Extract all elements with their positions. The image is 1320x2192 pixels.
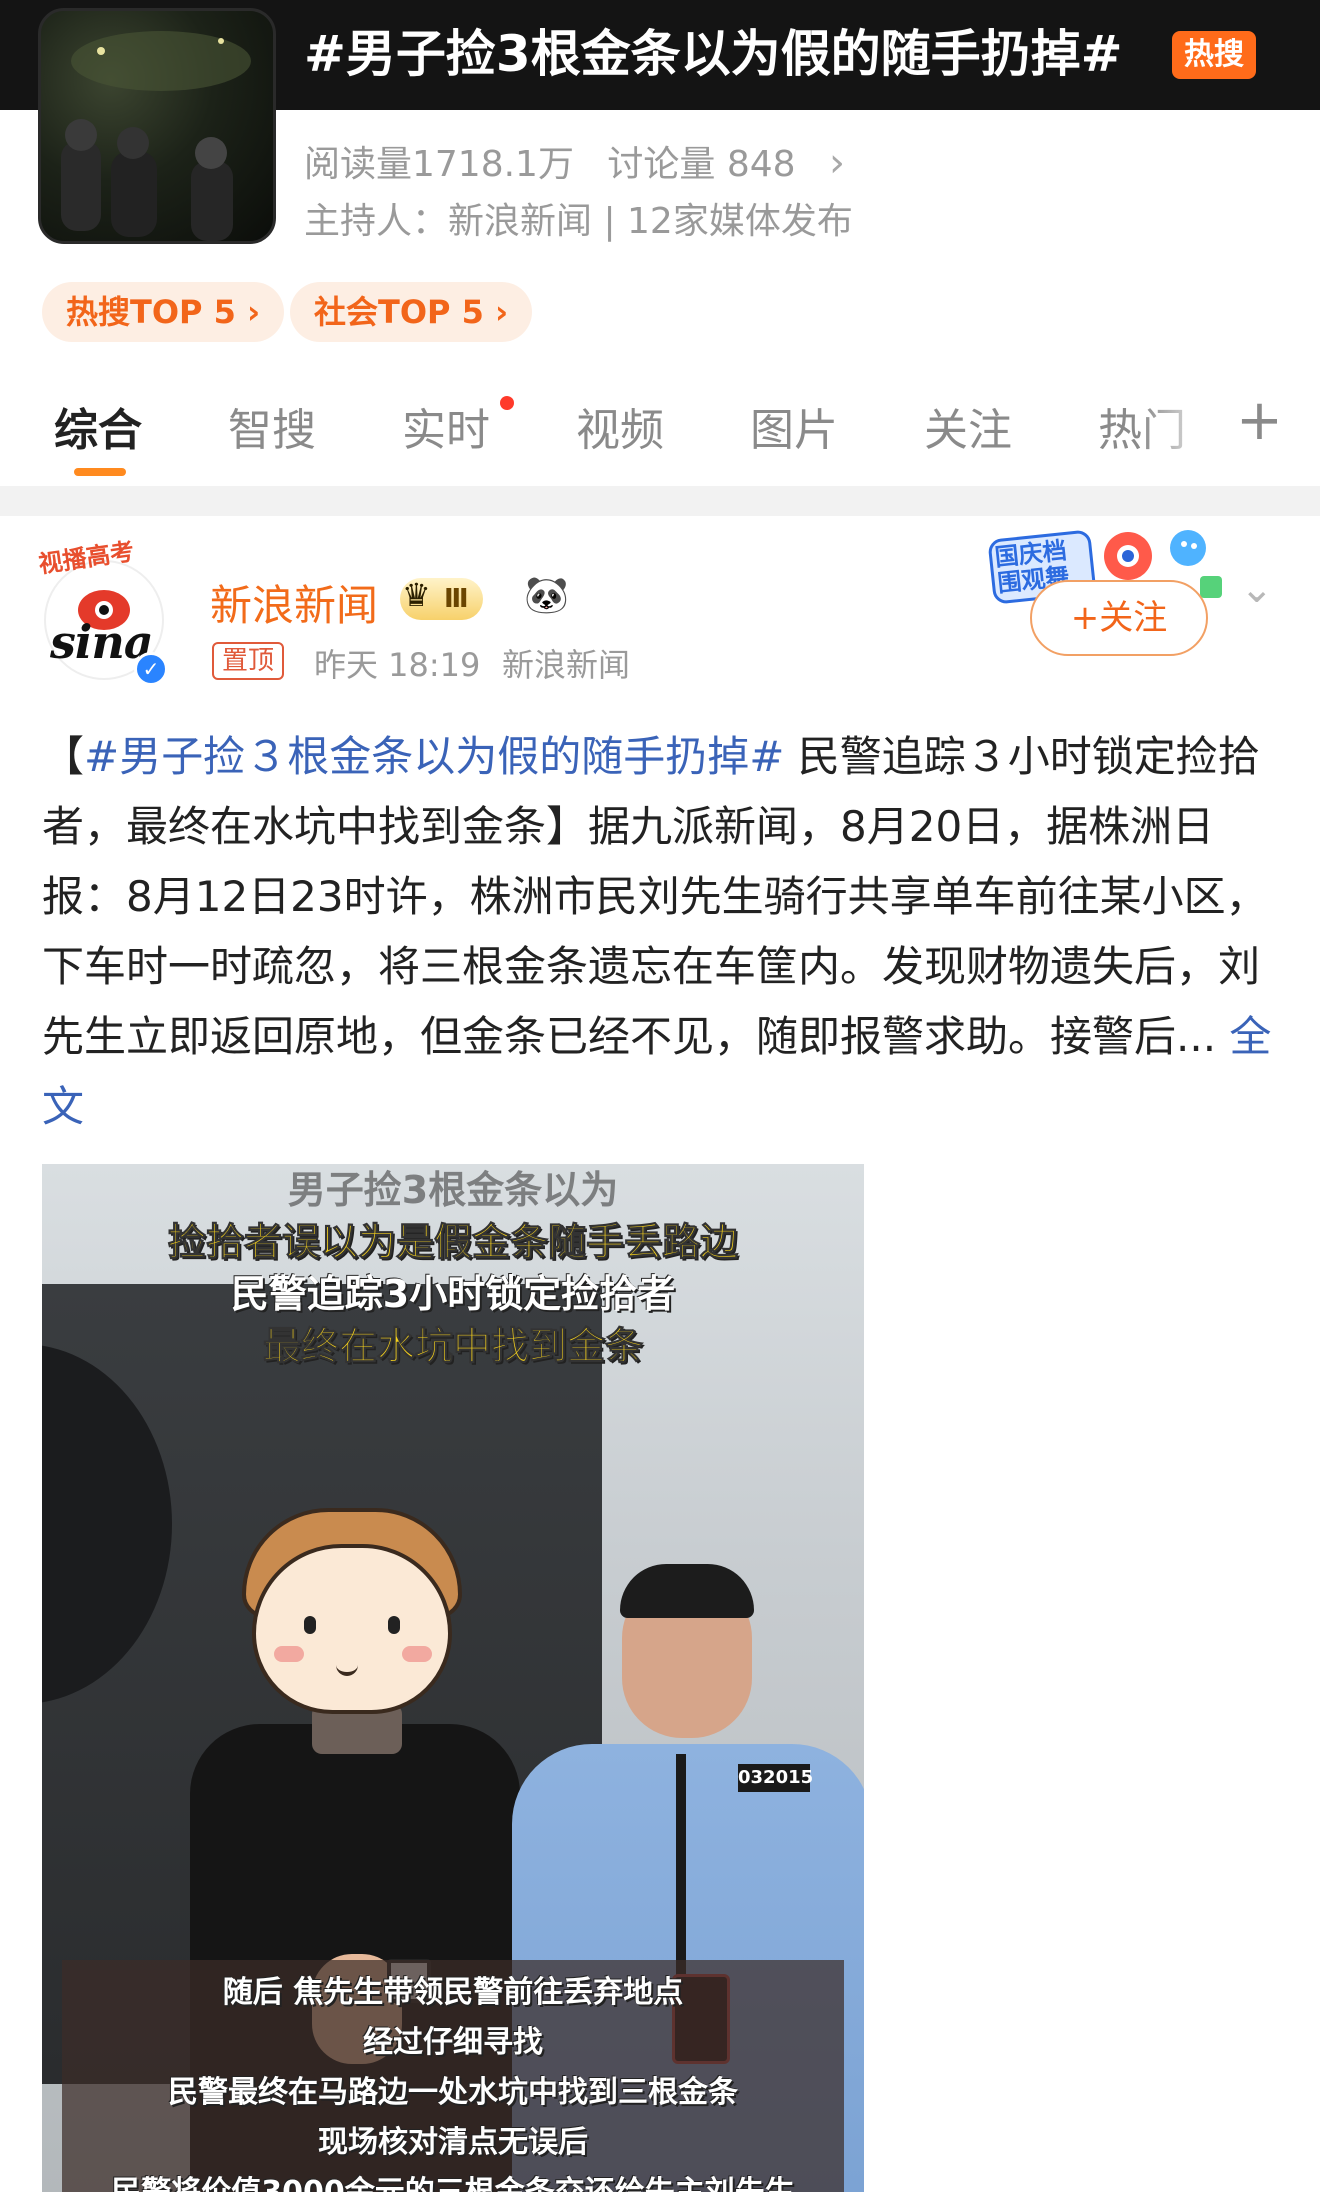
topic-stats[interactable]: 阅读量1718.1万 讨论量 848 › xyxy=(304,135,867,187)
image-subtitle-line: 民警最终在马路边一处水坑中找到三根金条 xyxy=(168,2075,738,2110)
image-subtitle-line: 经过仔细寻找 xyxy=(363,2025,543,2060)
plus-icon[interactable]: + xyxy=(1236,388,1283,453)
chevron-right-icon: › xyxy=(829,140,846,186)
topic-title: #男子捡3根金条以为假的随手扔掉# xyxy=(304,25,1123,83)
tab-bar: 综合 智搜 实时 视频 图片 关注 热门 xyxy=(0,382,1320,486)
image-caption-line: 民警追踪3小时锁定捡拾者 xyxy=(230,1272,676,1316)
topic-thumbnail[interactable] xyxy=(38,8,276,244)
cartoon-eye xyxy=(304,1616,316,1634)
image-caption-line: 捡拾者误以为是假金条随手丢路边 xyxy=(167,1220,738,1265)
hashtag-link[interactable]: #男子捡３根金条以为假的随手扔掉# xyxy=(84,732,784,781)
hot-badge: 热搜 xyxy=(1172,31,1256,79)
tab-following[interactable]: 关注 xyxy=(924,394,1012,458)
cartoon-cheek xyxy=(402,1646,432,1662)
author-name[interactable]: 新浪新闻 xyxy=(210,572,378,633)
cartoon-face-sticker xyxy=(252,1544,452,1714)
follow-button[interactable]: +关注 xyxy=(1030,580,1208,656)
tab-comprehensive[interactable]: 综合 xyxy=(54,394,142,458)
image-caption-bottom: 随后 焦先生带领民警前往丢弃地点 经过仔细寻找 民警最终在马路边一处水坑中找到三… xyxy=(62,1960,844,2192)
image-subtitle-line: 民警将价值3000余元的三根金条交还给失主刘先生 xyxy=(62,2168,844,2192)
tab-realtime[interactable]: 实时 xyxy=(402,394,490,458)
text-bracket: 【 xyxy=(42,732,85,781)
cartoon-eye xyxy=(388,1616,400,1634)
officer-hair xyxy=(620,1564,754,1618)
section-separator xyxy=(0,486,1320,516)
image-subtitle-line: 现场核对清点无误后 xyxy=(318,2125,588,2160)
discussion-count: 讨论量 848 xyxy=(607,144,796,185)
post-time: 昨天 18:19 xyxy=(314,646,481,684)
officer-badge-number: 032015 xyxy=(738,1764,813,1792)
tab-images[interactable]: 图片 xyxy=(750,394,838,458)
image-caption-line: 男子捡3根金条以为 xyxy=(287,1168,619,1212)
image-caption-line: 最终在水坑中找到金条 xyxy=(262,1324,643,1369)
image-caption-top: 男子捡3根金条以为 捡拾者误以为是假金条随手丢路边 民警追踪3小时锁定捡拾者 最… xyxy=(42,1164,864,1372)
post-source: 新浪新闻 xyxy=(502,646,631,684)
image-subtitle-line: 随后 焦先生带领民警前往丢弃地点 xyxy=(222,1975,684,2010)
tab-fade xyxy=(1140,382,1220,486)
verified-icon: ✓ xyxy=(134,652,168,686)
crown-icon: ♛ xyxy=(402,576,431,614)
cartoon-cheek xyxy=(274,1646,304,1662)
hot-search-rank-pill[interactable]: 热搜TOP 5 › xyxy=(42,282,285,342)
post-image[interactable]: 032015 男子捡3根金条以为 捡拾者误以为是假金条随手丢路边 民警追踪3小时… xyxy=(42,1164,864,2192)
pinned-badge: 置顶 xyxy=(212,642,285,680)
society-rank-pill[interactable]: 社会TOP 5 › xyxy=(290,282,533,342)
active-tab-underline xyxy=(74,468,126,476)
new-content-dot xyxy=(500,396,514,410)
post-text: 【#男子捡３根金条以为假的随手扔掉# 民警追踪３小时锁定捡拾者，最终在水坑中找到… xyxy=(42,722,1282,1142)
officer-lanyard xyxy=(676,1754,686,1994)
tab-video[interactable]: 视频 xyxy=(576,394,664,458)
read-count: 阅读量1718.1万 xyxy=(304,144,574,185)
tab-smart-search[interactable]: 智搜 xyxy=(228,394,316,458)
panda-icon[interactable]: 🐼 xyxy=(524,574,569,616)
chevron-down-icon[interactable]: ⌄ xyxy=(1240,566,1274,612)
topic-host: 主持人：新浪新闻 | 12家媒体发布 xyxy=(304,201,853,242)
post-body: 民警追踪３小时锁定捡拾者，最终在水坑中找到金条】据九派新闻，8月20日，据株洲日… xyxy=(42,732,1268,1061)
